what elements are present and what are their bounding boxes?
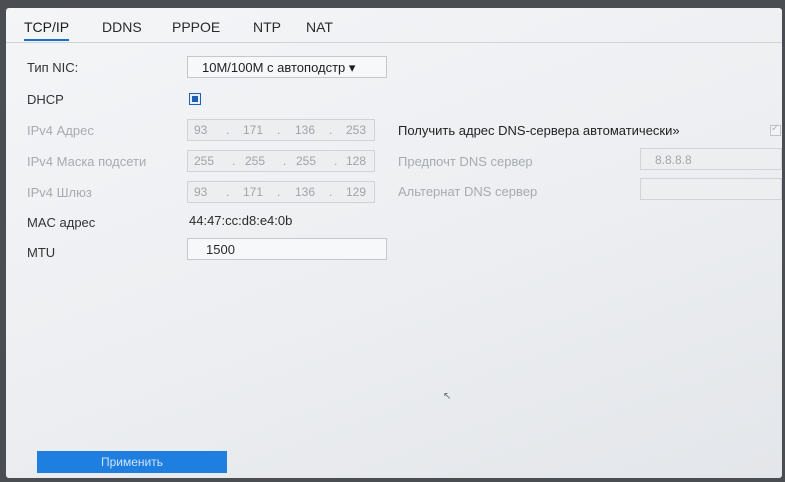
ipv4-mask-octet-4: 128: [346, 154, 367, 168]
alternate-dns-label: Альтернат DNS сервер: [398, 184, 538, 199]
tab-ddns[interactable]: DDNS: [102, 19, 142, 35]
ipv4-gateway-octet-4: 129: [346, 185, 367, 199]
mtu-input[interactable]: 1500: [187, 238, 387, 260]
nic-type-select[interactable]: 10M/100M с автоподстр ▾: [187, 56, 387, 78]
ipv4-address-octet-1: 93: [194, 123, 208, 137]
ipv4-gateway-octet-2: 171: [243, 185, 264, 199]
preferred-dns-label: Предпочт DNS сервер: [398, 154, 533, 169]
apply-button[interactable]: Применить: [37, 451, 227, 473]
tab-ntp[interactable]: NTP: [253, 19, 281, 35]
dhcp-checkbox[interactable]: [189, 93, 201, 105]
ipv4-mask-octet-1: 255: [194, 154, 215, 168]
preferred-dns-input[interactable]: 8.8.8.8: [640, 148, 782, 170]
alternate-dns-input[interactable]: [640, 178, 782, 200]
octet-separator: .: [283, 154, 287, 168]
tab-pppoe[interactable]: PPPOE: [172, 19, 220, 35]
ipv4-address-octet-2: 171: [243, 123, 264, 137]
auto-dns-label: Получить адрес DNS-сервера автоматически…: [398, 123, 680, 138]
mouse-cursor-icon: ↖: [443, 391, 452, 402]
ipv4-gateway-octet-3: 136: [295, 185, 316, 199]
octet-separator: .: [329, 123, 333, 137]
octet-separator: .: [334, 154, 338, 168]
nic-type-label: Тип NIC:: [27, 60, 79, 75]
ipv4-gateway-field[interactable]: 93 . 171 . 136 . 129: [187, 181, 375, 203]
mac-address-label: MAC адрес: [27, 215, 96, 230]
ipv4-address-label: IPv4 Адрес: [27, 123, 94, 138]
dhcp-label: DHCP: [27, 92, 64, 107]
octet-separator: .: [277, 123, 281, 137]
ipv4-mask-label: IPv4 Маска подсети: [27, 154, 147, 169]
octet-separator: .: [277, 185, 281, 199]
ipv4-mask-octet-2: 255: [245, 154, 266, 168]
ipv4-address-octet-3: 136: [295, 123, 316, 137]
ipv4-gateway-label: IPv4 Шлюз: [27, 185, 92, 200]
octet-separator: .: [232, 154, 236, 168]
octet-separator: .: [329, 185, 333, 199]
auto-dns-checkbox[interactable]: [770, 123, 781, 136]
ipv4-mask-field[interactable]: 255 . 255 . 255 . 128: [187, 150, 375, 172]
tab-bar: TCP/IP DDNS PPPOE NTP NAT: [6, 8, 782, 43]
mtu-label: MTU: [27, 245, 56, 260]
tab-tcpip[interactable]: TCP/IP: [24, 19, 70, 41]
ipv4-address-field[interactable]: 93 . 171 . 136 . 253: [187, 119, 375, 141]
octet-separator: .: [226, 123, 230, 137]
network-settings-screen: TCP/IP DDNS PPPOE NTP NAT Тип NIC: 10M/1…: [6, 8, 782, 478]
ipv4-mask-octet-3: 255: [296, 154, 317, 168]
mac-address-value: 44:47:cc:d8:e4:0b: [189, 213, 293, 228]
octet-separator: .: [226, 185, 230, 199]
ipv4-address-octet-4: 253: [346, 123, 367, 137]
tab-nat[interactable]: NAT: [306, 19, 333, 35]
ipv4-gateway-octet-1: 93: [194, 185, 208, 199]
